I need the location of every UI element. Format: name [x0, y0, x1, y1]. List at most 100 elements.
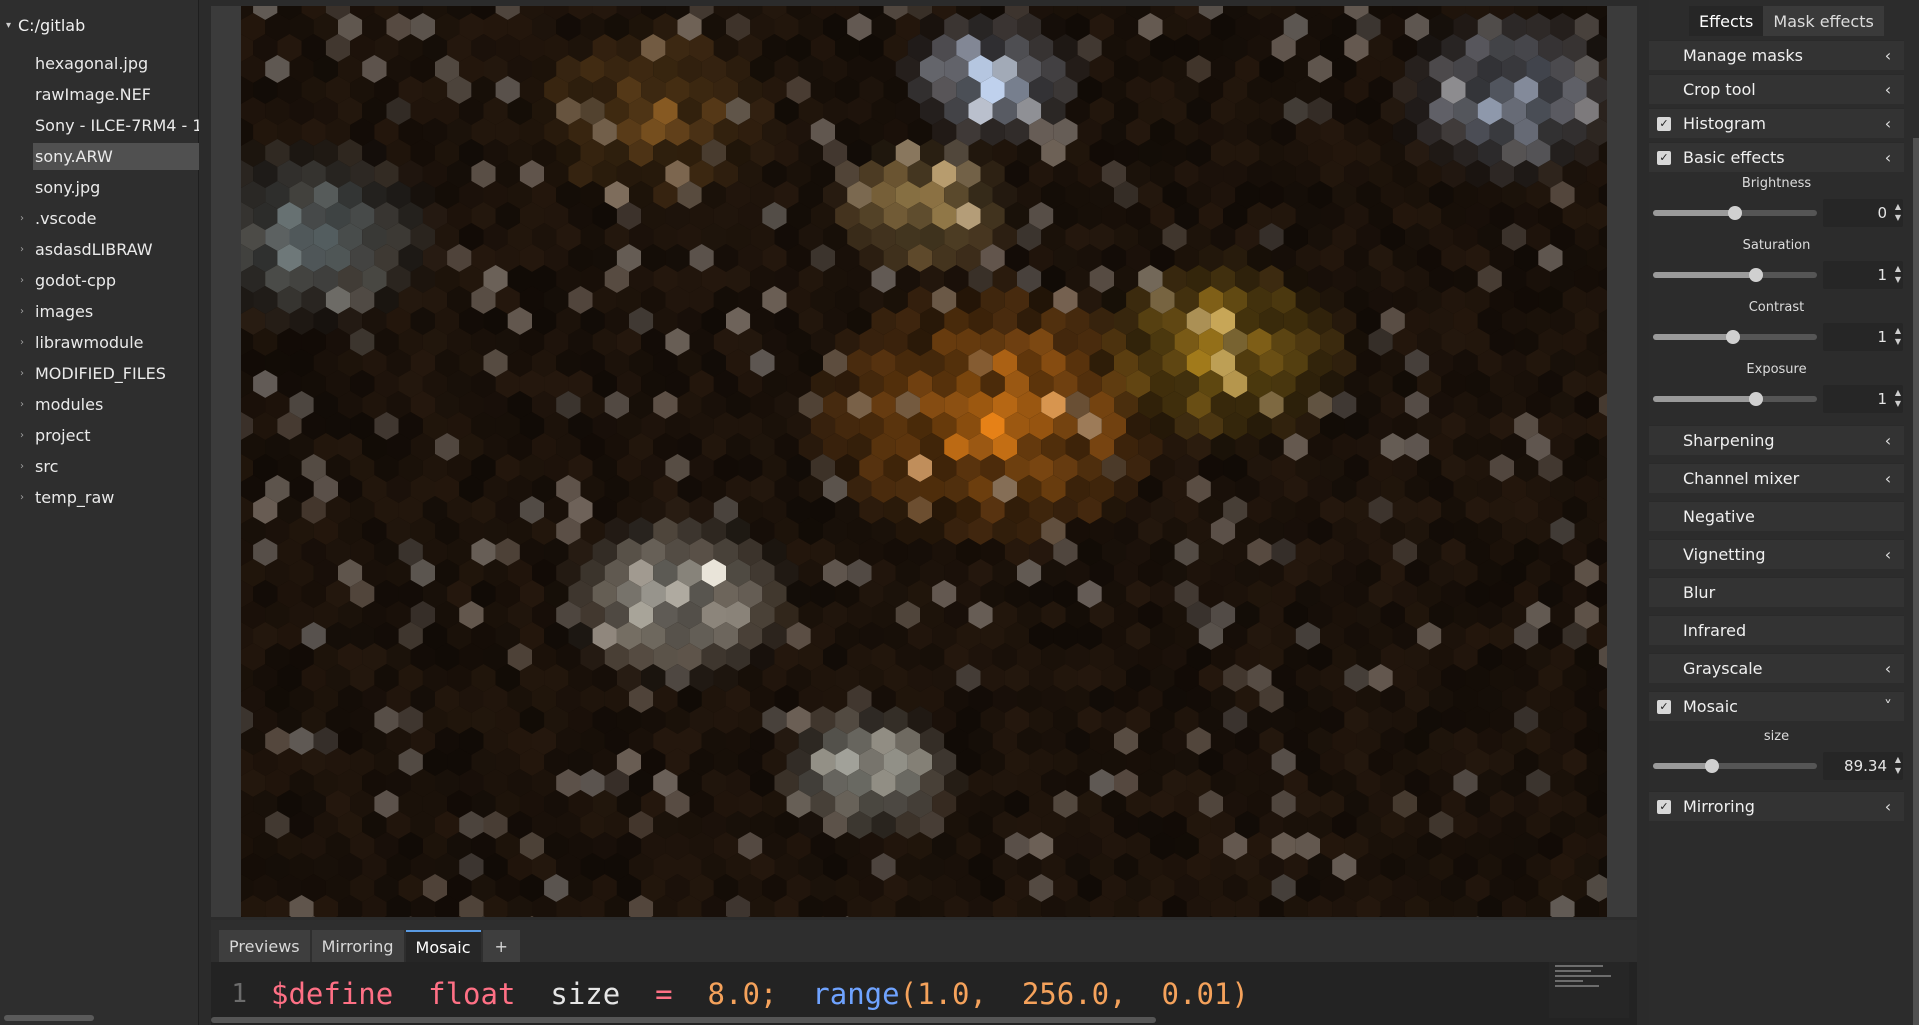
chevron-left-icon[interactable]: ‹ [1872, 80, 1904, 99]
tab-mosaic[interactable]: Mosaic [405, 930, 481, 962]
effect-checkbox[interactable] [1657, 510, 1671, 524]
effect-section-manage-masks[interactable]: Manage masks ‹ [1649, 40, 1904, 70]
tree-folder[interactable]: › librawmodule [20, 329, 199, 356]
effect-checkbox[interactable] [1657, 662, 1671, 676]
effect-section-infrared[interactable]: Infrared [1649, 615, 1904, 645]
tree-file-label: hexagonal.jpg [35, 54, 149, 73]
shader-editor: Previews Mirroring Mosaic + 1 $define fl… [211, 920, 1637, 1025]
image-viewer[interactable] [211, 6, 1637, 917]
image-canvas[interactable] [241, 6, 1607, 917]
effect-section-mirroring[interactable]: ✓ Mirroring ‹ [1649, 791, 1904, 821]
chevron-right-icon[interactable]: › [20, 275, 35, 286]
tree-folder[interactable]: › src [20, 453, 199, 480]
tree-folder[interactable]: › asdasdLIBRAW [20, 236, 199, 263]
chevron-left-icon[interactable]: ‹ [1872, 469, 1904, 488]
chevron-left-icon[interactable]: ‹ [1872, 431, 1904, 450]
effect-checkbox[interactable] [1657, 434, 1671, 448]
chevron-right-icon[interactable]: › [20, 244, 35, 255]
chevron-right-icon[interactable]: › [20, 430, 35, 441]
param-slider[interactable] [1653, 268, 1817, 282]
tree-folder[interactable]: › MODIFIED_FILES [20, 360, 199, 387]
effect-section-grayscale[interactable]: Grayscale ‹ [1649, 653, 1904, 683]
param-spinbox[interactable]: 89.34 ▲ ▼ [1823, 752, 1903, 780]
chevron-left-icon[interactable]: ‹ [1872, 797, 1904, 816]
effect-checkbox[interactable]: ✓ [1657, 150, 1671, 165]
chevron-left-icon[interactable]: ‹ [1872, 659, 1904, 678]
param-slider[interactable] [1653, 759, 1817, 773]
tab-mirroring[interactable]: Mirroring [311, 930, 404, 962]
tree-folder[interactable]: › godot-cpp [20, 267, 199, 294]
effects-scrollbar[interactable] [1913, 138, 1919, 1025]
effect-checkbox[interactable]: ✓ [1657, 699, 1671, 714]
effect-title: Mosaic [1683, 697, 1738, 716]
effect-section-vignetting[interactable]: Vignetting ‹ [1649, 539, 1904, 569]
effect-section-basic-effects[interactable]: ✓ Basic effects ‹ [1649, 142, 1904, 172]
spinner-arrows-icon[interactable]: ▲ ▼ [1895, 201, 1901, 223]
effect-section-negative[interactable]: Negative [1649, 501, 1904, 531]
slider-handle[interactable] [1726, 330, 1741, 344]
effect-section-histogram[interactable]: ✓ Histogram ‹ [1649, 108, 1904, 138]
effect-checkbox[interactable] [1657, 624, 1671, 638]
code-function: range [812, 976, 900, 1011]
add-tab-button[interactable]: + [482, 930, 520, 962]
code-editor[interactable]: 1 $define float size = 8.0; range (1.0, 2… [211, 962, 1637, 1025]
tree-file[interactable]: hexagonal.jpg [33, 50, 199, 77]
chevron-right-icon[interactable]: › [20, 399, 35, 410]
param-spinbox[interactable]: 0 ▲ ▼ [1823, 199, 1903, 227]
tree-folder[interactable]: › modules [20, 391, 199, 418]
chevron-left-icon[interactable]: ‹ [1872, 545, 1904, 564]
tree-file-selected[interactable]: sony.ARW [33, 143, 199, 170]
tree-folder[interactable]: › images [20, 298, 199, 325]
effect-title: Basic effects [1683, 148, 1785, 167]
tree-root[interactable]: ▾ C:/gitlab [0, 12, 85, 38]
tree-folder[interactable]: › temp_raw [20, 484, 199, 511]
slider-handle[interactable] [1749, 268, 1764, 282]
chevron-right-icon[interactable]: › [20, 368, 35, 379]
chevron-right-icon[interactable]: › [20, 306, 35, 317]
effect-section-channel-mixer[interactable]: Channel mixer ‹ [1649, 463, 1904, 493]
param-label: size [1763, 729, 1790, 744]
effect-section-crop-tool[interactable]: Crop tool ‹ [1649, 74, 1904, 104]
param-spinbox[interactable]: 1 ▲ ▼ [1823, 323, 1903, 351]
chevron-down-icon[interactable]: ˅ [1872, 697, 1904, 716]
tree-file[interactable]: sony.jpg [33, 174, 199, 201]
param-spinbox[interactable]: 1 ▲ ▼ [1823, 261, 1903, 289]
tree-scrollbar[interactable] [4, 1015, 94, 1021]
param-slider[interactable] [1653, 206, 1817, 220]
tree-folder[interactable]: › project [20, 422, 199, 449]
spinner-arrows-icon[interactable]: ▲ ▼ [1895, 754, 1901, 776]
tree-file[interactable]: rawImage.NEF [33, 81, 199, 108]
chevron-right-icon[interactable]: › [20, 213, 35, 224]
spinner-arrows-icon[interactable]: ▲ ▼ [1895, 387, 1901, 409]
param-slider[interactable] [1653, 392, 1817, 406]
tree-file[interactable]: Sony - ILCE-7RM4 - 12 [33, 112, 199, 139]
tab-effects[interactable]: Effects [1689, 6, 1764, 36]
effect-checkbox[interactable]: ✓ [1657, 799, 1671, 814]
effect-checkbox[interactable] [1657, 472, 1671, 486]
chevron-down-icon[interactable]: ▾ [6, 20, 18, 31]
spinner-arrows-icon[interactable]: ▲ ▼ [1895, 263, 1901, 285]
code-minimap[interactable] [1549, 962, 1629, 1018]
tab-mask-effects[interactable]: Mask effects [1763, 6, 1884, 36]
effect-checkbox[interactable]: ✓ [1657, 116, 1671, 131]
editor-horizontal-scrollbar[interactable] [211, 1017, 1156, 1023]
chevron-right-icon[interactable]: › [20, 492, 35, 503]
param-slider[interactable] [1653, 330, 1817, 344]
param-spinbox[interactable]: 1 ▲ ▼ [1823, 385, 1903, 413]
effect-section-blur[interactable]: Blur [1649, 577, 1904, 607]
effect-checkbox[interactable] [1657, 548, 1671, 562]
effect-section-sharpening[interactable]: Sharpening ‹ [1649, 425, 1904, 455]
slider-handle[interactable] [1728, 206, 1742, 220]
slider-handle[interactable] [1749, 392, 1764, 406]
chevron-left-icon[interactable]: ‹ [1872, 148, 1904, 167]
tab-previews[interactable]: Previews [219, 930, 310, 962]
chevron-right-icon[interactable]: › [20, 337, 35, 348]
effect-checkbox[interactable] [1657, 586, 1671, 600]
spinner-arrows-icon[interactable]: ▲ ▼ [1895, 325, 1901, 347]
chevron-right-icon[interactable]: › [20, 461, 35, 472]
chevron-left-icon[interactable]: ‹ [1872, 46, 1904, 65]
chevron-left-icon[interactable]: ‹ [1872, 114, 1904, 133]
tree-folder[interactable]: › .vscode [20, 205, 199, 232]
effect-section-mosaic[interactable]: ✓ Mosaic ˅ [1649, 691, 1904, 721]
slider-handle[interactable] [1705, 759, 1720, 773]
